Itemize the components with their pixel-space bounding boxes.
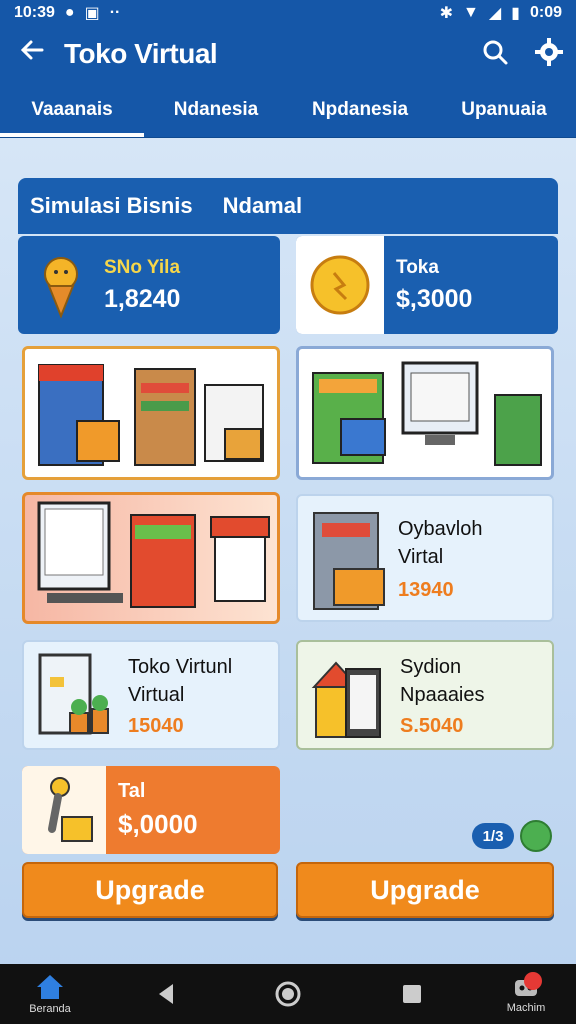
notification-icon: ● (64, 4, 75, 21)
upgrade-button-2[interactable]: Upgrade (296, 862, 554, 918)
product-card-1[interactable]: Oybavloh Virtal 13940 (296, 494, 554, 622)
header-left: Simulasi Bisnis (30, 193, 193, 218)
product-card-3[interactable]: Sydion Npaaaies S.5040 (296, 640, 554, 750)
stat-value: 1,8240 (104, 284, 181, 313)
tab-1[interactable]: Vaaanais (0, 82, 144, 137)
balance-value: $,0000 (118, 809, 198, 839)
product-name: Toko Virtunl (128, 655, 233, 678)
stat-label: SNo Yila (104, 256, 181, 278)
gear-icon[interactable] (522, 37, 576, 72)
product-subtitle: Npaaaies (400, 683, 485, 706)
shop-illustration (37, 501, 270, 608)
product-price: 13940 (398, 578, 454, 601)
shop-illustration (312, 361, 542, 466)
stat-card-1[interactable]: SNo Yila 1,8240 (18, 236, 280, 334)
battery-icon: ▮ (511, 5, 520, 22)
store-card-2[interactable] (296, 346, 554, 480)
notification-badge (524, 972, 542, 990)
upgrade-button-1[interactable]: Upgrade (22, 862, 278, 918)
kiosk-icon (311, 661, 381, 738)
product-subtitle: Virtal (398, 545, 444, 568)
nav-recents[interactable] (392, 964, 432, 1024)
page-title: Toko Virtual (64, 38, 218, 69)
nav-home-label: Beranda (29, 1003, 71, 1015)
nav-machine[interactable]: Machim (494, 964, 558, 1024)
nav-back[interactable] (146, 964, 186, 1024)
product-subtitle: Virtual (128, 683, 185, 706)
product-card-2[interactable]: Toko Virtunl Virtual 15040 (22, 640, 280, 750)
shop-illustration (38, 364, 264, 466)
nav-home[interactable]: Beranda (20, 964, 80, 1024)
stat-card-2[interactable]: Toka $,3000 (296, 236, 558, 334)
section-header: Simulasi Bisnis Ndamal (18, 178, 558, 234)
tab-bar: Vaaanais Ndanesia Npdanesia Upanuaia (0, 82, 576, 138)
status-time: 10:39 (14, 4, 55, 21)
product-name: Oybavloh (398, 517, 483, 540)
product-price: S.5040 (400, 714, 464, 737)
worker-icon (22, 766, 106, 854)
back-arrow-icon[interactable] (0, 36, 64, 72)
home-circle-icon (275, 981, 301, 1007)
shelf-icon (313, 512, 385, 610)
tab-3[interactable]: Npdanesia (288, 82, 432, 137)
balance-card[interactable]: Tal $,0000 (22, 766, 280, 854)
stat-value: $,3000 (396, 284, 473, 313)
product-name: Sydion (400, 655, 462, 678)
nav-home-circle[interactable] (268, 964, 308, 1024)
signal-icon: ◢ (488, 5, 502, 22)
balance-label: Tal (118, 780, 146, 802)
nav-machine-label: Machim (506, 1002, 546, 1014)
page-indicator[interactable]: 1/3 (472, 823, 514, 849)
coin-icon (296, 236, 384, 334)
bottom-nav: Beranda Machim (0, 964, 576, 1024)
back-triangle-icon (159, 984, 173, 1004)
more-icon: ·· (109, 4, 121, 21)
stat-label: Toka (396, 256, 439, 278)
store-card-1[interactable] (22, 346, 280, 480)
green-status-icon[interactable] (520, 820, 552, 852)
header-right: Ndamal (222, 193, 303, 218)
search-icon[interactable] (468, 38, 522, 71)
bluetooth-icon: ✱ (439, 5, 453, 22)
wifi-icon: ▼ (463, 4, 479, 21)
tab-2[interactable]: Ndanesia (144, 82, 288, 137)
trophy-icon (18, 236, 104, 334)
home-icon (37, 975, 63, 999)
status-clock: 0:09 (529, 4, 562, 21)
product-price: 15040 (128, 714, 184, 737)
status-bar: 10:39 ● ▣ ·· ✱ ▼ ◢ ▮ 0:09 (0, 0, 576, 26)
tablet-plant-icon (38, 653, 109, 735)
app-bar: Toko Virtual (0, 26, 576, 82)
store-card-3[interactable] (22, 492, 280, 624)
tab-4[interactable]: Upanuaia (432, 82, 576, 137)
app-notification-icon: ▣ (84, 5, 100, 22)
recents-square-icon (403, 985, 421, 1003)
